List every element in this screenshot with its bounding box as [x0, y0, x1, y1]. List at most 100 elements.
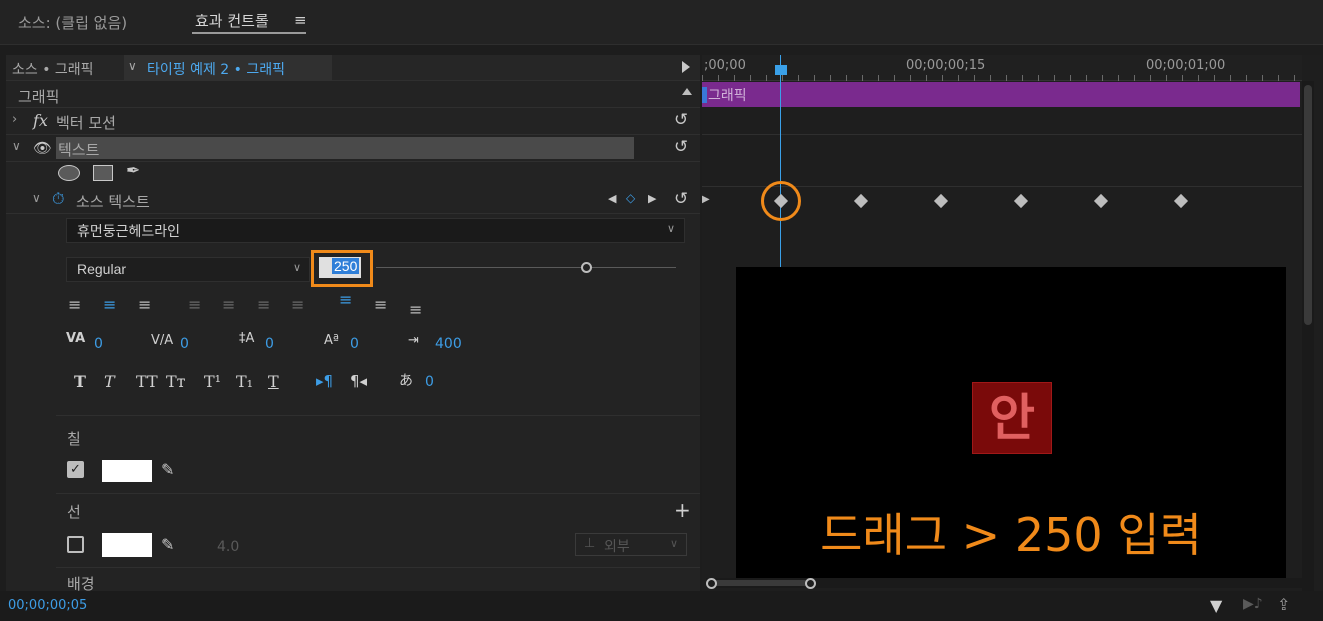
keyframe-marker[interactable]: [933, 193, 949, 209]
superscript-icon[interactable]: T¹: [204, 372, 221, 391]
current-timecode[interactable]: 00;00;00;05: [8, 598, 87, 613]
export-icon[interactable]: ⇪: [1277, 595, 1290, 614]
chevron-down-icon[interactable]: ∨: [12, 139, 21, 153]
fill-checkbox[interactable]: ✓: [67, 461, 84, 478]
effect-text: ∨ 👁 텍스트 ↺: [6, 136, 700, 162]
stopwatch-icon[interactable]: ⏱: [52, 189, 64, 209]
property-name: 소스 텍스트: [76, 193, 150, 211]
breadcrumb-clip[interactable]: 타이핑 예제 2 • 그래픽: [147, 59, 285, 79]
stroke-label: 선: [67, 503, 81, 521]
source-text-property: ∨ ⏱ 소스 텍스트 ◀ ◇ ▶ ↺: [6, 188, 700, 214]
keyframe-marker[interactable]: [1013, 193, 1029, 209]
pen-mask-icon[interactable]: ✒: [126, 161, 140, 181]
baseline-shift-value[interactable]: 0: [350, 336, 359, 352]
justify-left-icon[interactable]: ≡: [188, 295, 201, 314]
align-left-icon[interactable]: ≡: [68, 295, 95, 314]
align-top-icon[interactable]: ≡: [339, 290, 352, 309]
zoom-handle-left[interactable]: [706, 578, 717, 589]
font-family-value: 휴먼둥근헤드라인: [77, 224, 181, 240]
eye-icon[interactable]: 👁: [33, 139, 52, 157]
layer-name: 텍스트: [58, 141, 100, 159]
keyframe-marker[interactable]: [1173, 193, 1189, 209]
add-keyframe-icon[interactable]: ◇: [626, 191, 635, 205]
justify-all-icon[interactable]: ≡: [291, 295, 304, 314]
font-style-dropdown[interactable]: Regular ∨: [66, 257, 310, 282]
kerning-value[interactable]: 0: [94, 336, 103, 352]
time-ruler[interactable]: ;00;00 00;00;00;15 00;00;01;00: [702, 55, 1302, 81]
stroke-checkbox[interactable]: [67, 536, 84, 553]
effect-controls-tab[interactable]: 효과 컨트롤: [195, 10, 269, 31]
add-stroke-icon[interactable]: +: [674, 498, 691, 522]
align-center-icon[interactable]: ≡: [103, 295, 116, 314]
underline-icon[interactable]: T: [268, 372, 279, 391]
tab-width-icon: ⇥: [408, 333, 419, 348]
reset-icon[interactable]: ↺: [674, 110, 688, 130]
divider: [56, 493, 700, 494]
clip-bar[interactable]: [702, 82, 1300, 107]
reset-icon[interactable]: ↺: [674, 137, 688, 157]
source-tab[interactable]: 소스: (클립 없음): [18, 12, 127, 33]
next-keyframe-icon[interactable]: ▶: [648, 192, 656, 205]
prev-keyframe-icon[interactable]: ◀: [608, 192, 616, 205]
all-caps-icon[interactable]: TT: [136, 372, 158, 391]
font-size-slider[interactable]: [376, 267, 676, 268]
font-family-dropdown[interactable]: 휴먼둥근헤드라인 ∨: [66, 218, 685, 243]
tsume-value[interactable]: 0: [425, 374, 434, 390]
subscript-icon[interactable]: T₁: [236, 372, 253, 391]
justify-right-icon[interactable]: ≡: [257, 295, 270, 314]
tracking-value[interactable]: 0: [180, 336, 189, 352]
timeline-panel: ;00;00 00;00;00;15 00;00;01;00 그래픽 ▶ 안 드…: [702, 55, 1322, 601]
font-size-slider-handle[interactable]: [581, 262, 592, 273]
small-caps-icon[interactable]: Tт: [166, 372, 186, 391]
status-bar: 00;00;00;05 ▼ ▶♪ ⇪: [0, 591, 1323, 621]
chevron-right-icon[interactable]: ›: [12, 112, 17, 127]
playhead-handle[interactable]: [775, 65, 787, 75]
stroke-width-value[interactable]: 4.0: [217, 539, 239, 555]
chevron-down-icon[interactable]: ∨: [32, 191, 41, 205]
faux-bold-icon[interactable]: T: [74, 372, 86, 391]
ltr-text-icon[interactable]: ▸¶: [316, 372, 333, 390]
panel-header: 소스: (클립 없음) 효과 컨트롤 ≡: [0, 0, 1323, 45]
justify-center-icon[interactable]: ≡: [222, 295, 235, 314]
rtl-text-icon[interactable]: ¶◂: [350, 372, 367, 390]
align-bottom-icon[interactable]: ≡: [409, 300, 422, 319]
horizontal-scrollbar-thumb[interactable]: [710, 580, 810, 586]
layer-name-field[interactable]: [56, 137, 634, 159]
fx-icon[interactable]: fx: [33, 111, 48, 130]
eyedropper-icon[interactable]: ✎: [161, 535, 174, 554]
divider: [56, 415, 700, 416]
chevron-down-icon: ∨: [667, 222, 676, 235]
tab-width-value[interactable]: 400: [435, 336, 462, 352]
baseline-shift-icon: Aª: [324, 333, 340, 348]
vertical-scrollbar-thumb[interactable]: [1304, 85, 1312, 325]
chevron-down-icon: ∨: [293, 261, 302, 274]
ellipse-mask-icon[interactable]: [58, 165, 80, 181]
filter-icon[interactable]: ▼: [1210, 596, 1222, 615]
panel-menu-icon[interactable]: ≡: [294, 11, 307, 29]
align-right-icon[interactable]: ≡: [138, 295, 151, 314]
rectangle-mask-icon[interactable]: [93, 165, 113, 181]
keyframe-marker[interactable]: [853, 193, 869, 209]
track-divider: [702, 134, 1302, 135]
faux-italic-icon[interactable]: T: [104, 372, 115, 391]
chevron-down-icon[interactable]: ∨: [128, 59, 137, 73]
keyframe-marker[interactable]: [1093, 193, 1109, 209]
tsume-icon: あ: [399, 373, 413, 389]
leading-value[interactable]: 0: [265, 336, 274, 352]
align-middle-icon[interactable]: ≡: [374, 295, 387, 314]
clip-in-marker: [702, 87, 707, 103]
collapse-icon[interactable]: [682, 88, 692, 95]
stroke-position-value: 외부: [604, 539, 630, 555]
font-size-value: 250: [332, 258, 360, 274]
reset-icon[interactable]: ↺: [674, 189, 688, 209]
stroke-color-swatch[interactable]: [102, 533, 152, 557]
show-timeline-icon[interactable]: [682, 61, 690, 73]
stroke-position-dropdown[interactable]: ⊥ 외부 ∨: [575, 533, 687, 556]
fill-color-swatch[interactable]: [102, 460, 152, 482]
breadcrumb-source[interactable]: 소스 • 그래픽: [12, 59, 94, 79]
ruler-ticks: [702, 75, 1302, 81]
eyedropper-icon[interactable]: ✎: [161, 460, 174, 479]
font-size-field[interactable]: 250: [319, 257, 361, 278]
zoom-handle-right[interactable]: [805, 578, 816, 589]
play-audio-icon[interactable]: ▶♪: [1243, 596, 1263, 612]
